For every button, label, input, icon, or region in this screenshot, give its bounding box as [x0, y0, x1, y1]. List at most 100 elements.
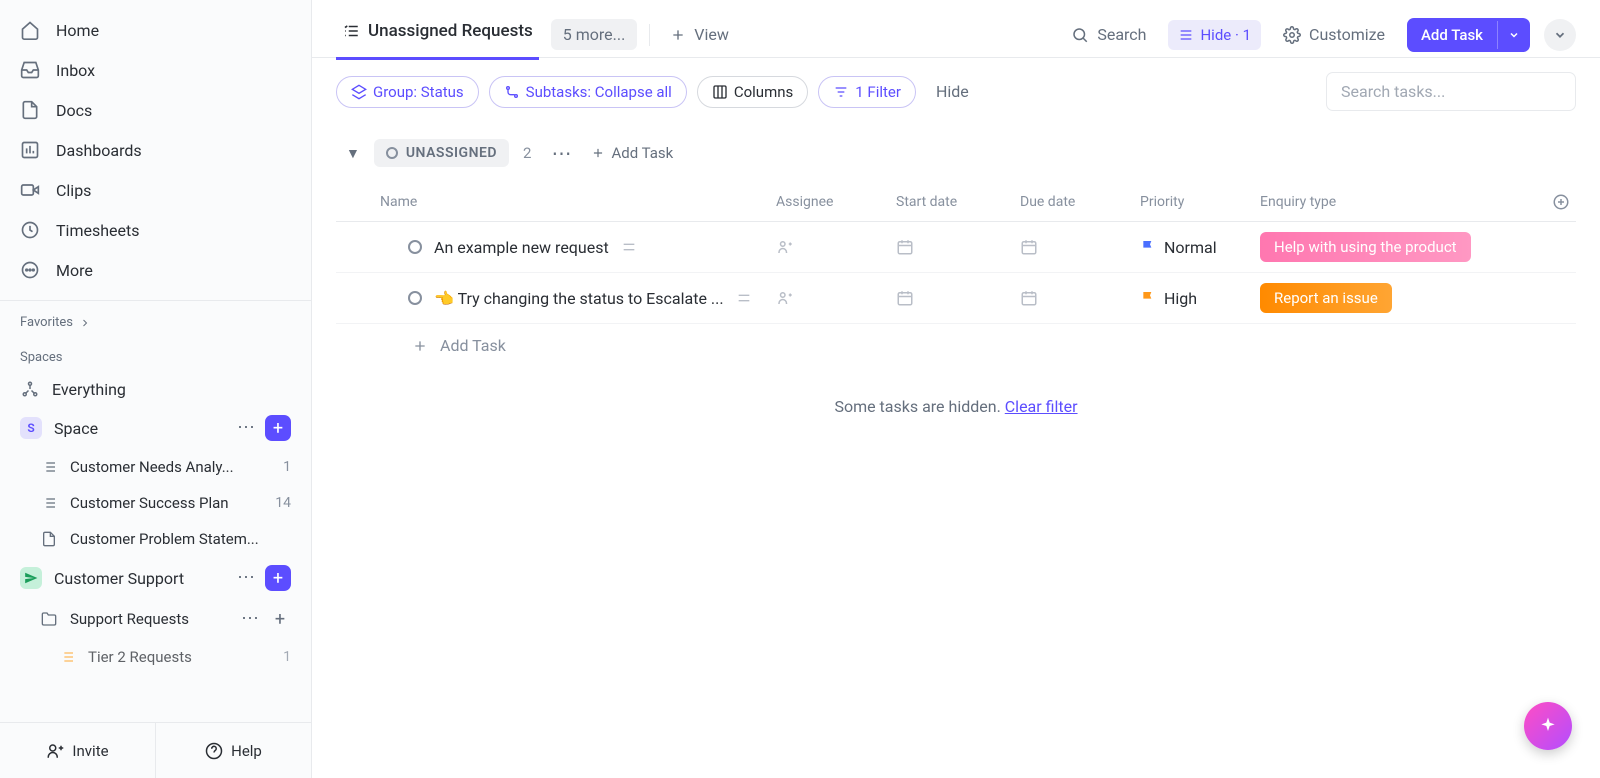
nav-label: Dashboards — [56, 141, 142, 160]
add-task-row[interactable]: Add Task — [336, 324, 1576, 367]
search-tasks-input[interactable] — [1326, 72, 1576, 111]
sidebar-subitem[interactable]: Customer Needs Analy...1 — [0, 449, 311, 485]
space-add-button[interactable]: + — [265, 565, 291, 591]
space-more-icon[interactable]: ⋯ — [231, 567, 261, 589]
table-header: Name Assignee Start date Due date Priori… — [336, 183, 1576, 222]
assign-icon[interactable] — [776, 289, 896, 307]
sidebar-subitem-lv2[interactable]: Tier 2 Requests1 — [0, 639, 311, 675]
nav-timesheets[interactable]: Timesheets — [0, 210, 311, 250]
columns-icon — [712, 84, 728, 100]
support-space-item[interactable]: Customer Support⋯+ — [0, 557, 311, 599]
priority-label: Normal — [1164, 238, 1217, 257]
customize-button[interactable]: Customize — [1275, 19, 1393, 50]
add-view-button[interactable]: View — [662, 19, 737, 50]
nav-docs[interactable]: Docs — [0, 90, 311, 130]
date-icon[interactable] — [1020, 289, 1140, 307]
invite-button[interactable]: Invite — [0, 723, 156, 778]
overflow-button[interactable] — [1544, 19, 1576, 51]
filter-pill[interactable]: 1 Filter — [818, 76, 916, 108]
nav-label: Inbox — [56, 61, 95, 80]
subtasks-pill[interactable]: Subtasks: Collapse all — [489, 76, 687, 108]
group-header: ▼ UNASSIGNED 2 ⋯ Add Task — [336, 133, 1576, 173]
subitem-more-icon[interactable]: ⋯ — [235, 608, 265, 630]
sidebar-subitem[interactable]: Customer Problem Statem... — [0, 521, 311, 557]
date-icon[interactable] — [896, 289, 1020, 307]
add-task-label: Add Task — [1407, 18, 1497, 52]
sidebar-footer: Invite Help — [0, 722, 311, 778]
hide-chip[interactable]: Hide · 1 — [1168, 20, 1261, 50]
nav-inbox[interactable]: Inbox — [0, 50, 311, 90]
branch-icon — [504, 84, 520, 100]
priority-label: High — [1164, 289, 1197, 308]
timesheets-icon — [20, 220, 40, 240]
enquiry-tag[interactable]: Report an issue — [1260, 283, 1392, 313]
fab-button[interactable] — [1524, 702, 1572, 750]
col-priority[interactable]: Priority — [1140, 194, 1260, 210]
clips-icon — [20, 180, 40, 200]
enquiry-tag[interactable]: Help with using the product — [1260, 232, 1471, 262]
col-due[interactable]: Due date — [1020, 194, 1140, 210]
hide-button[interactable]: Hide — [926, 82, 979, 101]
plus-icon — [670, 27, 686, 43]
subitem-label: Customer Problem Statem... — [70, 530, 291, 548]
tab-label: Unassigned Requests — [368, 21, 533, 41]
nav-label: Timesheets — [56, 221, 139, 240]
favorites-section[interactable]: Favorites — [0, 301, 311, 336]
nav-label: Clips — [56, 181, 91, 200]
col-enquiry[interactable]: Enquiry type — [1260, 194, 1546, 210]
space-label: Space — [54, 419, 98, 438]
everything-item[interactable]: Everything — [0, 371, 311, 407]
status-pill[interactable]: UNASSIGNED — [374, 139, 509, 167]
toolbar: Group: Status Subtasks: Collapse all Col… — [312, 58, 1600, 125]
add-task-dropdown[interactable] — [1497, 21, 1530, 49]
more-tabs-chip[interactable]: 5 more... — [551, 19, 638, 50]
nav-dashboards[interactable]: Dashboards — [0, 130, 311, 170]
docs-icon — [20, 100, 40, 120]
col-name[interactable]: Name — [336, 194, 776, 210]
assign-icon[interactable] — [776, 238, 896, 256]
nav-home[interactable]: Home — [0, 10, 311, 50]
favorites-label: Favorites — [20, 315, 73, 330]
col-start[interactable]: Start date — [896, 194, 1020, 210]
subitem-add-button[interactable]: + — [269, 608, 291, 630]
subitem-count: 1 — [283, 649, 291, 665]
add-task-button[interactable]: Add Task — [1407, 18, 1530, 52]
everything-label: Everything — [52, 380, 126, 399]
sidebar-subitem[interactable]: Support Requests⋯+ — [0, 599, 311, 639]
flag-icon[interactable] — [1140, 290, 1156, 306]
flag-icon[interactable] — [1140, 239, 1156, 255]
group-more-icon[interactable]: ⋯ — [545, 141, 577, 165]
space-add-button[interactable]: + — [265, 415, 291, 441]
status-circle-icon[interactable] — [408, 291, 422, 305]
expand-icon[interactable] — [736, 290, 752, 306]
status-circle-icon[interactable] — [408, 240, 422, 254]
search-button[interactable]: Search — [1063, 19, 1154, 50]
view-label: View — [694, 25, 729, 44]
space-item[interactable]: S Space ⋯+ — [0, 407, 311, 449]
group-pill[interactable]: Group: Status — [336, 76, 479, 108]
collapse-toggle[interactable]: ▼ — [346, 145, 360, 162]
gear-icon — [1283, 26, 1301, 44]
group-add-task[interactable]: Add Task — [591, 144, 673, 162]
columns-pill[interactable]: Columns — [697, 76, 808, 108]
sparkle-icon — [1538, 716, 1558, 736]
space-more-icon[interactable]: ⋯ — [231, 417, 261, 439]
expand-icon[interactable] — [621, 239, 637, 255]
tab-unassigned-requests[interactable]: Unassigned Requests — [336, 11, 539, 60]
add-column-button[interactable] — [1546, 193, 1576, 211]
clear-filter-link[interactable]: Clear filter — [1005, 397, 1078, 416]
space-badge: S — [20, 417, 42, 439]
nav-more[interactable]: More — [0, 250, 311, 290]
help-button[interactable]: Help — [156, 723, 311, 778]
table-row[interactable]: 👈 Try changing the status to Escalate ..… — [336, 273, 1576, 324]
task-title: An example new request — [434, 238, 609, 257]
search-icon — [1071, 26, 1089, 44]
date-icon[interactable] — [896, 238, 1020, 256]
col-assignee[interactable]: Assignee — [776, 194, 896, 210]
sidebar-subitem[interactable]: Customer Success Plan14 — [0, 485, 311, 521]
space-badge — [20, 567, 42, 589]
date-icon[interactable] — [1020, 238, 1140, 256]
table-row[interactable]: An example new request Normal Help with … — [336, 222, 1576, 273]
list-icon — [40, 458, 58, 476]
nav-clips[interactable]: Clips — [0, 170, 311, 210]
